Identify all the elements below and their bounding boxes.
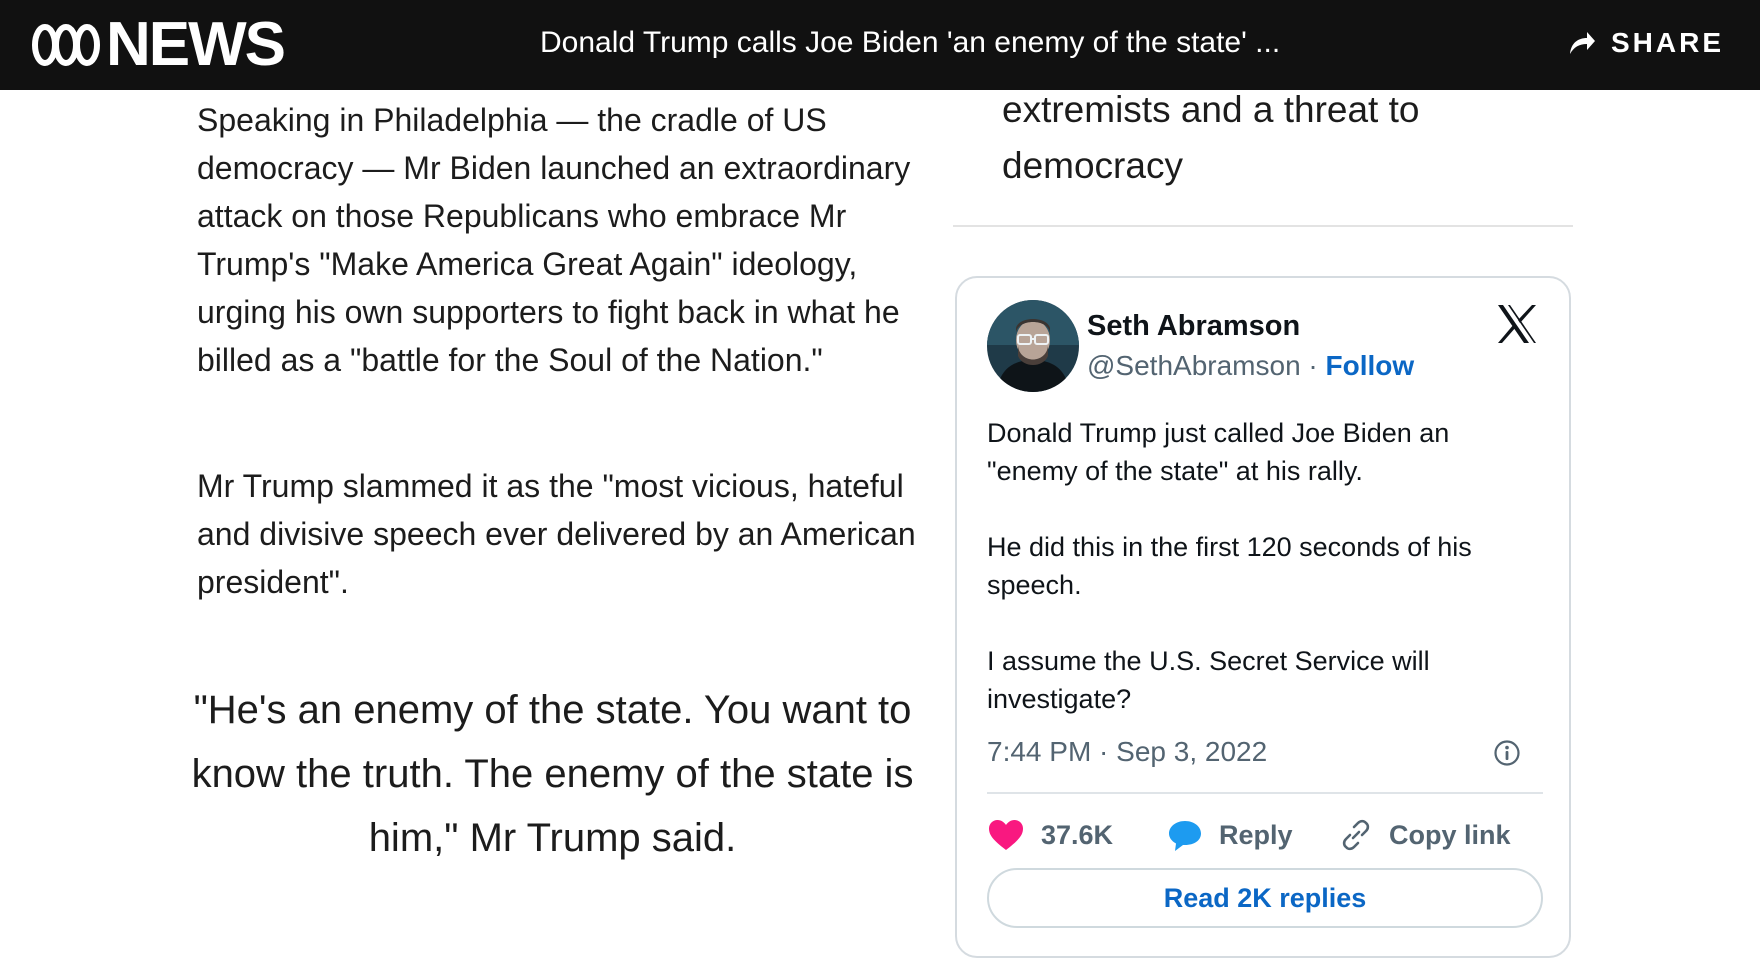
like-button[interactable]: 37.6K	[987, 810, 1113, 860]
heart-icon	[989, 820, 1023, 850]
pull-quote: extremists and a threat to democracy	[1002, 89, 1420, 186]
share-arrow-icon	[1569, 32, 1595, 54]
embedded-tweet: Seth Abramson @SethAbramson · Follow Don…	[955, 276, 1571, 958]
tweet-paragraph: He did this in the first 120 seconds of …	[987, 532, 1472, 600]
reply-label: Reply	[1219, 819, 1293, 850]
article-paragraph: Mr Trump slammed it as the "most vicious…	[197, 468, 916, 600]
link-icon	[1342, 819, 1370, 851]
abc-logo-icon	[32, 24, 100, 66]
avatar[interactable]	[987, 300, 1079, 392]
tweet-actions: 37.6K Reply Copy link	[987, 810, 1547, 860]
tweet-divider	[987, 792, 1543, 794]
tweet-author-line: @SethAbramson · Follow	[1087, 348, 1414, 384]
info-icon[interactable]	[1493, 739, 1521, 767]
handle-separator: ·	[1300, 350, 1326, 381]
section-divider	[953, 225, 1573, 227]
like-count: 37.6K	[1041, 819, 1114, 850]
page-headline: Donald Trump calls Joe Biden 'an enemy o…	[540, 26, 1281, 59]
tweet-timestamp[interactable]: 7:44 PM · Sep 3, 2022	[987, 733, 1267, 771]
copy-link-label: Copy link	[1389, 819, 1511, 850]
logo-text: NEWS	[106, 10, 286, 79]
reply-button[interactable]: Reply	[1167, 810, 1293, 860]
tweet-author-name[interactable]: Seth Abramson	[1087, 308, 1300, 344]
tweet-paragraph: I assume the U.S. Secret Service will in…	[987, 646, 1430, 714]
speech-bubble-icon	[1169, 821, 1201, 851]
tweet-paragraph: Donald Trump just called Joe Biden an "e…	[987, 418, 1450, 486]
trump-quote: "He's an enemy of the state. You want to…	[191, 688, 914, 860]
follow-button[interactable]: Follow	[1326, 350, 1415, 381]
copy-link-button[interactable]: Copy link	[1339, 810, 1511, 860]
article-paragraph: Speaking in Philadelphia — the cradle of…	[197, 102, 911, 378]
abc-news-logo[interactable]: NEWS	[30, 10, 286, 80]
tweet-body: Donald Trump just called Joe Biden an "e…	[987, 414, 1547, 718]
read-replies-button[interactable]: Read 2K replies	[987, 868, 1543, 928]
tweet-handle[interactable]: @SethAbramson	[1087, 350, 1301, 381]
share-label: SHARE	[1610, 27, 1724, 58]
site-header: NEWS Donald Trump calls Joe Biden 'an en…	[0, 0, 1760, 90]
share-button[interactable]: SHARE	[1567, 22, 1724, 64]
x-logo-icon[interactable]	[1495, 302, 1539, 346]
avatar-image	[987, 300, 1079, 392]
